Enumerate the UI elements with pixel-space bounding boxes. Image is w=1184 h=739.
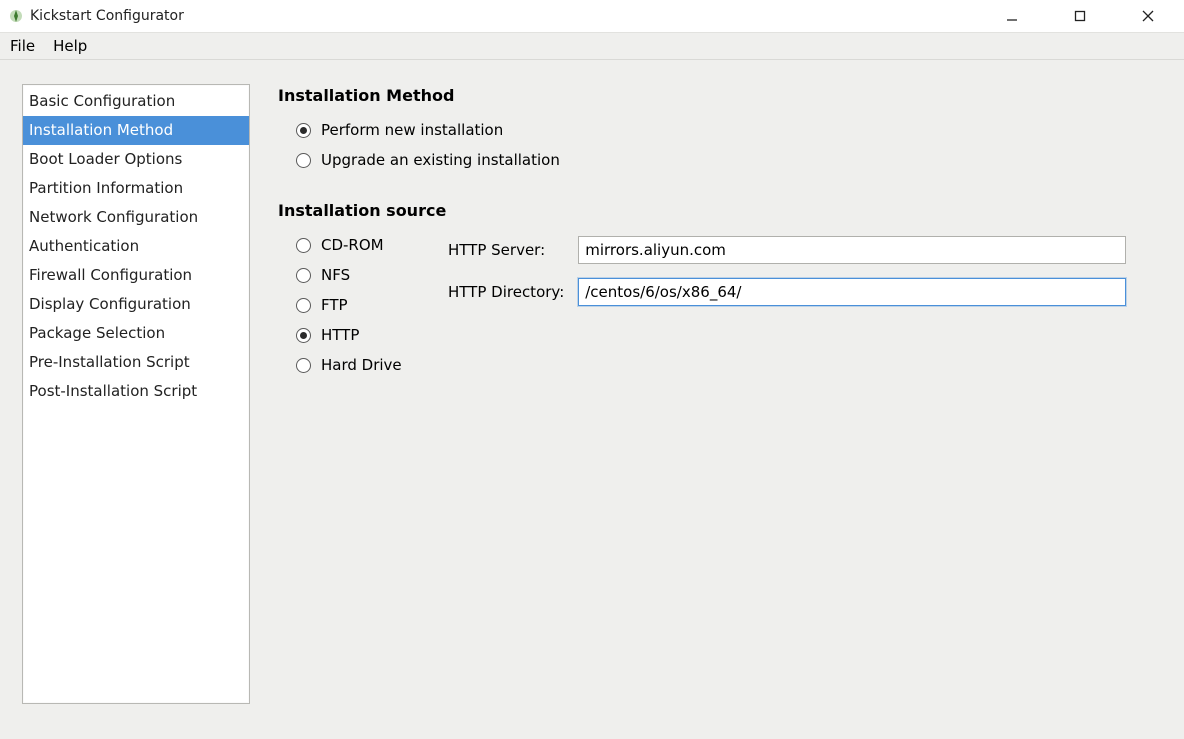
workspace: Basic Configuration Installation Method … <box>0 60 1184 739</box>
sidebar-item-network-configuration[interactable]: Network Configuration <box>23 203 249 232</box>
sidebar: Basic Configuration Installation Method … <box>22 84 250 704</box>
menu-file[interactable]: File <box>10 37 35 55</box>
radio-hard-drive[interactable]: Hard Drive <box>278 350 418 380</box>
sidebar-item-pre-installation-script[interactable]: Pre-Installation Script <box>23 348 249 377</box>
http-server-input[interactable] <box>578 236 1126 264</box>
radio-nfs[interactable]: NFS <box>278 260 418 290</box>
radio-ftp[interactable]: FTP <box>278 290 418 320</box>
http-directory-input[interactable] <box>578 278 1126 306</box>
radio-label: CD-ROM <box>321 236 384 254</box>
radio-icon <box>296 298 311 313</box>
sidebar-item-installation-method[interactable]: Installation Method <box>23 116 249 145</box>
installation-source-options: CD-ROM NFS FTP HTTP Hard Drive <box>278 230 418 380</box>
radio-icon <box>296 328 311 343</box>
radio-perform-new-installation[interactable]: Perform new installation <box>278 115 1164 145</box>
radio-upgrade-existing-installation[interactable]: Upgrade an existing installation <box>278 145 1164 175</box>
window-title: Kickstart Configurator <box>30 8 184 24</box>
http-form: HTTP Server: HTTP Directory: <box>448 236 1148 306</box>
radio-label: Hard Drive <box>321 356 402 374</box>
sidebar-item-display-configuration[interactable]: Display Configuration <box>23 290 249 319</box>
radio-cdrom[interactable]: CD-ROM <box>278 230 418 260</box>
radio-icon <box>296 153 311 168</box>
minimize-button[interactable] <box>992 2 1032 30</box>
http-directory-label: HTTP Directory: <box>448 283 564 301</box>
radio-icon <box>296 238 311 253</box>
radio-label: HTTP <box>321 326 359 344</box>
installation-source-heading: Installation source <box>278 201 1164 220</box>
menubar: File Help <box>0 32 1184 60</box>
radio-icon <box>296 358 311 373</box>
titlebar: Kickstart Configurator <box>0 0 1184 32</box>
main-panel: Installation Method Perform new installa… <box>278 84 1164 719</box>
window-controls <box>992 2 1176 30</box>
sidebar-item-authentication[interactable]: Authentication <box>23 232 249 261</box>
radio-http[interactable]: HTTP <box>278 320 418 350</box>
maximize-button[interactable] <box>1060 2 1100 30</box>
sidebar-item-basic-configuration[interactable]: Basic Configuration <box>23 87 249 116</box>
installation-method-heading: Installation Method <box>278 86 1164 105</box>
close-button[interactable] <box>1128 2 1168 30</box>
sidebar-item-firewall-configuration[interactable]: Firewall Configuration <box>23 261 249 290</box>
radio-label: Upgrade an existing installation <box>321 151 560 169</box>
radio-icon <box>296 268 311 283</box>
sidebar-item-package-selection[interactable]: Package Selection <box>23 319 249 348</box>
menu-help[interactable]: Help <box>53 37 87 55</box>
sidebar-item-boot-loader-options[interactable]: Boot Loader Options <box>23 145 249 174</box>
radio-icon <box>296 123 311 138</box>
http-server-label: HTTP Server: <box>448 241 564 259</box>
radio-label: NFS <box>321 266 350 284</box>
sidebar-item-partition-information[interactable]: Partition Information <box>23 174 249 203</box>
sidebar-item-post-installation-script[interactable]: Post-Installation Script <box>23 377 249 406</box>
radio-label: Perform new installation <box>321 121 503 139</box>
radio-label: FTP <box>321 296 348 314</box>
app-icon <box>8 8 24 24</box>
